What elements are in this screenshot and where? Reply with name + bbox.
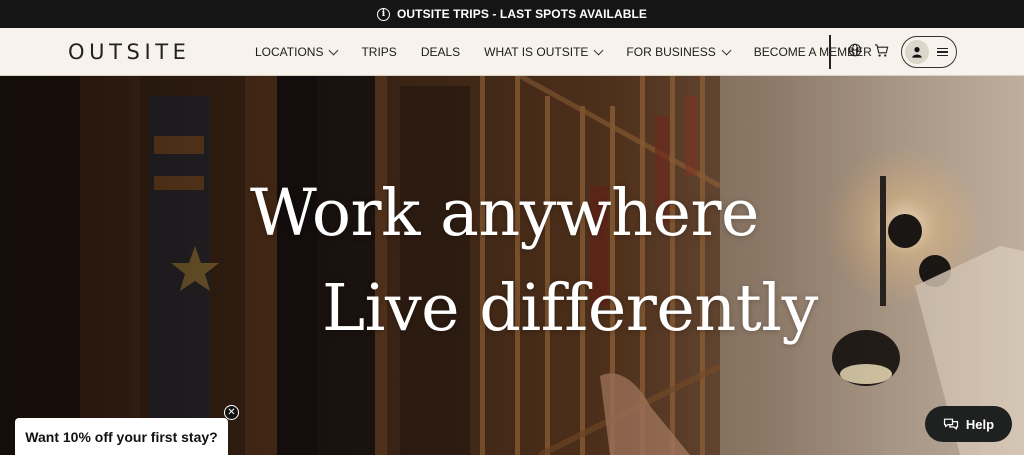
nav-item-label: FOR BUSINESS — [626, 45, 716, 59]
announcement-text: OUTSITE TRIPS - LAST SPOTS AVAILABLE — [396, 7, 648, 21]
promo-text: Want 10% off your first stay? — [25, 428, 218, 445]
nav-item-for-business[interactable]: FOR BUSINESS — [626, 45, 732, 59]
nav-divider — [829, 35, 831, 69]
discount-promo-tab[interactable]: Want 10% off your first stay? — [15, 418, 228, 455]
chevron-down-icon — [593, 45, 604, 55]
hero-section: Work anywhere Live differently — [0, 76, 1024, 455]
nav-item-label: WHAT IS OUTSITE — [484, 45, 589, 59]
nav-item-locations[interactable]: LOCATIONS — [255, 45, 339, 59]
user-icon — [905, 40, 929, 64]
chevron-down-icon — [721, 45, 732, 55]
info-icon: i — [376, 7, 390, 21]
account-menu-button[interactable] — [901, 36, 957, 68]
top-navigation: OUTSITE LOCATIONS TRIPS DEALS WHAT IS OU… — [0, 28, 1024, 76]
announcement-bar[interactable]: i OUTSITE TRIPS - LAST SPOTS AVAILABLE — [0, 0, 1024, 28]
nav-item-trips[interactable]: TRIPS — [361, 45, 396, 59]
chevron-down-icon — [329, 45, 339, 55]
nav-item-label: LOCATIONS — [255, 45, 324, 59]
help-label: Help — [965, 416, 995, 432]
hero-headline-line-2: Live differently — [322, 271, 818, 346]
main-menu: LOCATIONS TRIPS DEALS WHAT IS OUTSITE FO… — [255, 28, 872, 76]
nav-item-label: DEALS — [420, 45, 461, 59]
help-button[interactable]: Help — [925, 406, 1012, 442]
chat-icon — [943, 418, 959, 430]
cart-icon[interactable] — [874, 43, 889, 58]
nav-item-deals[interactable]: DEALS — [421, 45, 460, 59]
nav-item-label: TRIPS — [361, 45, 397, 59]
close-icon[interactable]: ✕ — [224, 405, 239, 420]
hero-background-image — [0, 76, 1024, 455]
nav-item-what-is-outsite[interactable]: WHAT IS OUTSITE — [484, 45, 604, 59]
logo[interactable]: OUTSITE — [68, 40, 191, 64]
hero-headline-line-1: Work anywhere — [250, 176, 760, 251]
menu-icon — [937, 47, 948, 57]
globe-icon[interactable] — [848, 43, 862, 57]
